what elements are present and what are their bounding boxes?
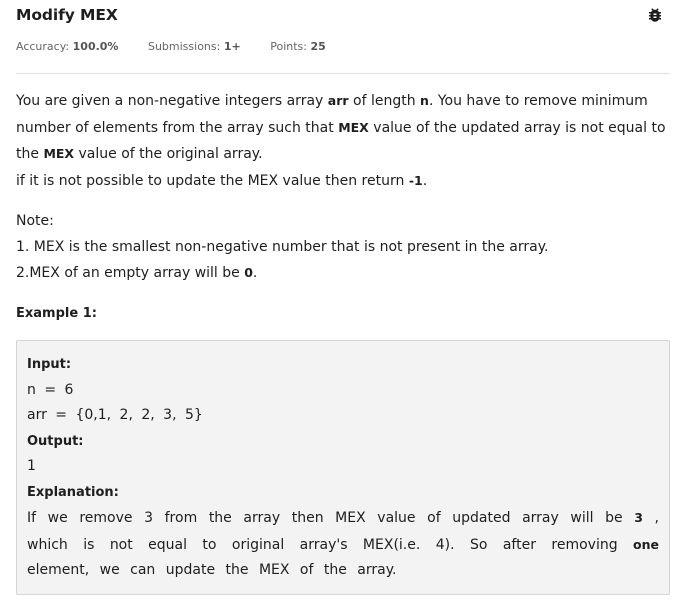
accuracy-stat: Accuracy: 100.0%: [16, 40, 119, 53]
description-paragraph: You are given a non-negative integers ar…: [16, 93, 666, 162]
points-stat: Points: 25: [270, 40, 326, 53]
problem-statement: You are given a non-negative integers ar…: [16, 88, 670, 595]
problem-header: Modify MEX: [16, 4, 670, 30]
note-item-1: 1. MEX is the smallest non-negative numb…: [16, 238, 549, 255]
input-arr: arr = {0,1, 2, 2, 3, 5}: [27, 407, 203, 423]
bug-icon[interactable]: [646, 6, 664, 24]
submissions-stat: Submissions: 1+: [147, 40, 241, 53]
input-label: Input:: [27, 357, 72, 372]
explanation-text: If we remove 3 from the array then MEX v…: [27, 510, 659, 578]
problem-stats: Accuracy: 100.0% Submissions: 1+ Points:…: [16, 40, 352, 53]
example-block: Input: n = 6 arr = {0,1, 2, 2, 3, 5} Out…: [16, 340, 670, 595]
problem-title: Modify MEX: [16, 6, 118, 24]
return-note: if it is not possible to update the MEX …: [16, 172, 428, 189]
divider: [16, 73, 670, 74]
explanation-label: Explanation:: [27, 484, 119, 500]
output-value: 1: [27, 458, 36, 474]
note-heading: Note:: [16, 213, 54, 229]
note-item-2: 2.MEX of an empty array will be 0.: [16, 265, 258, 281]
example-title: Example 1:: [16, 305, 97, 321]
input-n: n = 6: [27, 381, 74, 398]
output-label: Output:: [27, 433, 84, 449]
